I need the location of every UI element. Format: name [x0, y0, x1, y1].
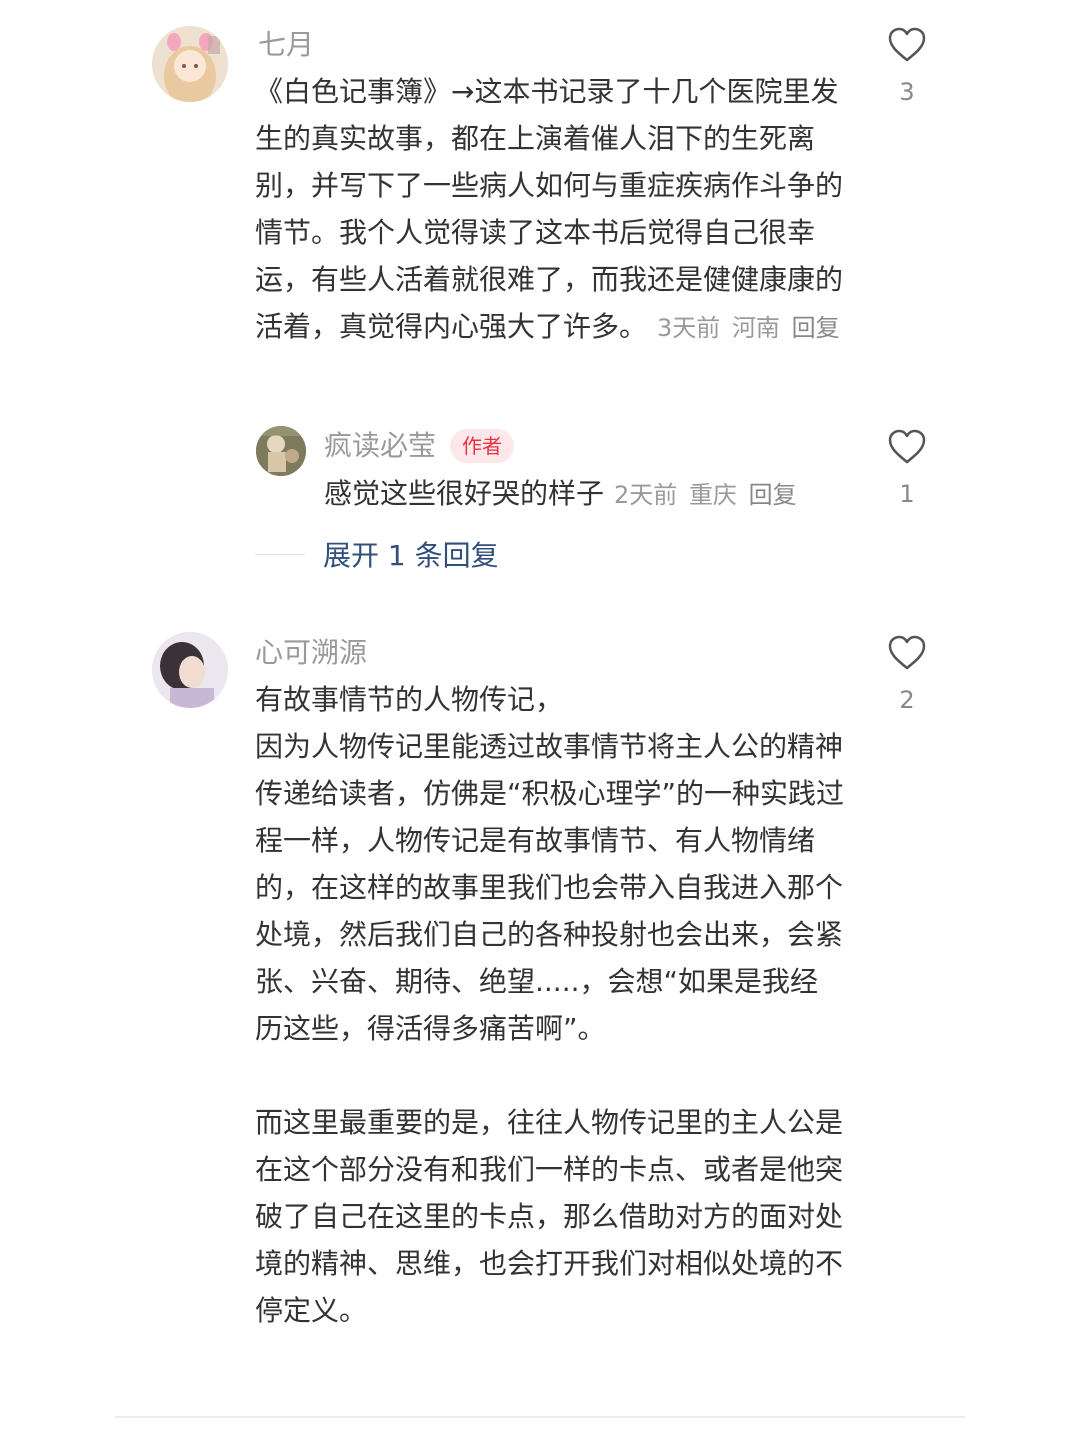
- like-button[interactable]: 2: [877, 634, 937, 720]
- heart-outline-icon: [888, 429, 926, 464]
- comment-meta: 3天前 河南 回复: [657, 314, 844, 342]
- comment-content: 《白色记事簿》→这本书记录了十几个医院里发生的真实故事，都在上演着催人泪下的生死…: [255, 75, 844, 343]
- reply-meta: 2天前 重庆 回复: [614, 481, 801, 509]
- reply-content: 感觉这些很好哭的样子: [324, 477, 605, 510]
- expand-replies-label[interactable]: 展开 1 条回复: [323, 534, 499, 574]
- avatar[interactable]: [152, 632, 228, 708]
- like-count: 2: [899, 686, 915, 714]
- comment-text: 《白色记事簿》→这本书记录了十几个医院里发生的真实故事，都在上演着催人泪下的生死…: [255, 68, 845, 352]
- like-count: 3: [899, 78, 915, 106]
- like-button[interactable]: 1: [877, 428, 937, 514]
- author-badge: 作者: [450, 429, 515, 463]
- expand-divider: [255, 553, 305, 555]
- username[interactable]: 心可溯源: [255, 633, 367, 673]
- comment-location: 河南: [731, 314, 780, 342]
- reply-location: 重庆: [688, 481, 737, 509]
- reply-time: 2天前: [614, 481, 678, 509]
- reply-button[interactable]: 回复: [792, 314, 840, 342]
- bottom-divider: [115, 1416, 965, 1418]
- username: 疯读必莹 作者: [324, 426, 515, 466]
- like-button[interactable]: 3: [877, 26, 937, 112]
- expand-replies[interactable]: 展开 1 条回复: [255, 532, 499, 576]
- comment-content: 有故事情节的人物传记， 因为人物传记里能透过故事情节将主人公的精神传递给读者，仿…: [255, 683, 845, 1327]
- comment-text: 有故事情节的人物传记， 因为人物传记里能透过故事情节将主人公的精神传递给读者，仿…: [255, 676, 845, 1334]
- avatar[interactable]: [256, 426, 306, 476]
- like-count: 1: [899, 480, 915, 508]
- reply-button[interactable]: 回复: [749, 481, 797, 509]
- reply-username[interactable]: 疯读必莹: [324, 426, 436, 466]
- username[interactable]: 七月: [258, 25, 314, 65]
- comment-time: 3天前: [657, 314, 721, 342]
- heart-outline-icon: [888, 27, 926, 62]
- heart-outline-icon: [888, 635, 926, 670]
- avatar[interactable]: [152, 26, 228, 102]
- reply-text: 感觉这些很好哭的样子 2天前 重庆 回复: [324, 470, 864, 519]
